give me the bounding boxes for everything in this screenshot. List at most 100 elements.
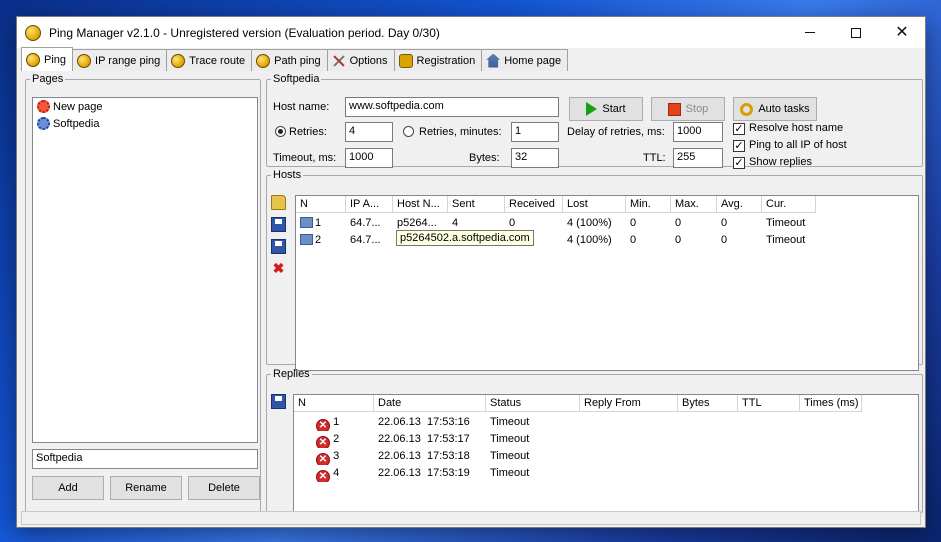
retries-minutes-radio[interactable]	[403, 126, 414, 137]
cell: 17:53:16	[426, 416, 470, 428]
cell: 4 (100%)	[567, 234, 612, 246]
col-header[interactable]: Lost	[563, 196, 626, 213]
retries-radio[interactable]	[275, 126, 286, 137]
retries-minutes-input[interactable]: 1	[511, 122, 559, 142]
col-header[interactable]: Received	[505, 196, 563, 213]
save-icon[interactable]	[271, 217, 286, 232]
home-icon	[486, 53, 501, 68]
col-header[interactable]: N	[294, 395, 374, 412]
cell: 4	[333, 467, 340, 479]
tab-label: Home page	[504, 54, 562, 67]
start-button[interactable]: Start	[569, 97, 643, 121]
table-row[interactable]: 1 64.7... p5264... 4 0 4 (100%) 0 0 0 Ti…	[296, 215, 816, 232]
cell: 22.06.13	[378, 416, 421, 428]
auto-tasks-label: Auto tasks	[758, 103, 810, 115]
hosts-header: N IP A... Host N... Sent Received Lost M…	[296, 196, 816, 213]
rename-button[interactable]: Rename	[110, 476, 182, 500]
bytes-input[interactable]: 32	[511, 148, 559, 168]
ping-all-ip-label: Ping to all IP of host	[749, 139, 847, 151]
col-header[interactable]: Bytes	[678, 395, 738, 412]
tree-item-label: New page	[53, 100, 103, 113]
cell: 2	[333, 433, 340, 445]
delete-button[interactable]: Delete	[188, 476, 260, 500]
table-row[interactable]: 2 64.7... 4 (100%) 0 0 0 Timeout	[296, 232, 816, 249]
tab-options[interactable]: Options	[326, 49, 395, 71]
maximize-button[interactable]	[833, 17, 879, 48]
col-header[interactable]: Sent	[448, 196, 505, 213]
status-bar	[21, 511, 921, 525]
ping-icon	[77, 53, 92, 68]
tab-ip-range-ping[interactable]: IP range ping	[72, 49, 168, 71]
hosts-table[interactable]: N IP A... Host N... Sent Received Lost M…	[295, 195, 919, 371]
error-icon: ✕	[316, 470, 330, 482]
col-header[interactable]: Status	[486, 395, 580, 412]
save-as-icon[interactable]	[271, 239, 286, 254]
ttl-input[interactable]: 255	[673, 148, 723, 168]
gear-icon	[37, 100, 50, 113]
close-button[interactable]: ✕	[879, 17, 925, 48]
watermark: SOFTPEDIA	[759, 477, 903, 502]
table-row[interactable]: ✕ 1 22.06.13 17:53:16 Timeout	[294, 414, 580, 431]
col-header[interactable]: Cur.	[762, 196, 816, 213]
error-icon: ✕	[316, 419, 330, 431]
show-replies-label: Show replies	[749, 156, 812, 168]
add-button[interactable]: Add	[32, 476, 104, 500]
save-icon[interactable]	[271, 394, 286, 409]
table-row[interactable]: ✕ 4 22.06.13 17:53:19 Timeout	[294, 465, 580, 482]
cell: 3	[333, 450, 340, 462]
tree-item-new-page[interactable]: New page	[33, 98, 257, 115]
pages-legend: Pages	[32, 73, 64, 85]
ping-all-ip-checkbox[interactable]: ✓	[733, 140, 745, 152]
cell: Timeout	[490, 416, 530, 428]
cell: 0	[630, 217, 637, 229]
window-title: Ping Manager v2.1.0 - Unregistered versi…	[49, 25, 440, 40]
delete-icon[interactable]: ✖	[271, 261, 286, 276]
cell: 2	[315, 234, 322, 246]
ping-icon	[256, 53, 271, 68]
col-header[interactable]: Avg.	[717, 196, 762, 213]
delay-input[interactable]: 1000	[673, 122, 723, 142]
host-name-input[interactable]: www.softpedia.com	[345, 97, 559, 117]
col-header[interactable]: Min.	[626, 196, 671, 213]
tab-trace-route[interactable]: Trace route	[166, 49, 253, 71]
resolve-host-checkbox[interactable]: ✓	[733, 123, 745, 135]
tab-ping[interactable]: Ping	[21, 47, 74, 71]
table-row[interactable]: ✕ 2 22.06.13 17:53:17 Timeout	[294, 431, 580, 448]
cell: 17:53:19	[426, 467, 470, 479]
col-header[interactable]: N	[296, 196, 346, 213]
page-name-input[interactable]: Softpedia	[32, 449, 258, 469]
key-icon	[740, 102, 754, 116]
tree-item-softpedia[interactable]: Softpedia	[33, 115, 257, 132]
tab-path-ping[interactable]: Path ping	[251, 49, 328, 71]
pages-tree[interactable]: New page Softpedia	[32, 97, 258, 443]
delay-label: Delay of retries, ms:	[567, 126, 665, 138]
ttl-label: TTL:	[643, 152, 666, 164]
retries-input[interactable]: 4	[345, 122, 393, 142]
timeout-input[interactable]: 1000	[345, 148, 393, 168]
col-header[interactable]: Times (ms)	[800, 395, 862, 412]
timeout-label: Timeout, ms:	[273, 152, 337, 164]
tab-registration[interactable]: Registration	[393, 49, 483, 71]
hosts-toolbar: ✖	[271, 195, 289, 283]
title-bar[interactable]: Ping Manager v2.1.0 - Unregistered versi…	[17, 17, 925, 48]
table-row[interactable]: ✕ 3 22.06.13 17:53:18 Timeout	[294, 448, 580, 465]
stop-button[interactable]: Stop	[651, 97, 725, 121]
col-header[interactable]: IP A...	[346, 196, 393, 213]
cell: 0	[721, 217, 728, 229]
tab-label: Registration	[416, 54, 476, 67]
col-header[interactable]: TTL	[738, 395, 800, 412]
col-header[interactable]: Date	[374, 395, 486, 412]
tab-label: IP range ping	[95, 54, 161, 67]
minimize-button[interactable]	[787, 17, 833, 48]
cell: Timeout	[490, 467, 530, 479]
settings-group: Softpedia Host name: www.softpedia.com S…	[266, 73, 923, 169]
tab-home-page[interactable]: Home page	[481, 49, 569, 71]
tree-item-label: Softpedia	[53, 117, 100, 130]
col-header[interactable]: Reply From	[580, 395, 678, 412]
show-replies-checkbox[interactable]: ✓	[733, 157, 745, 169]
settings-legend: Softpedia	[273, 73, 320, 85]
col-header[interactable]: Max.	[671, 196, 717, 213]
auto-tasks-button[interactable]: Auto tasks	[733, 97, 817, 121]
open-folder-icon[interactable]	[271, 195, 286, 210]
col-header[interactable]: Host N...	[393, 196, 448, 213]
